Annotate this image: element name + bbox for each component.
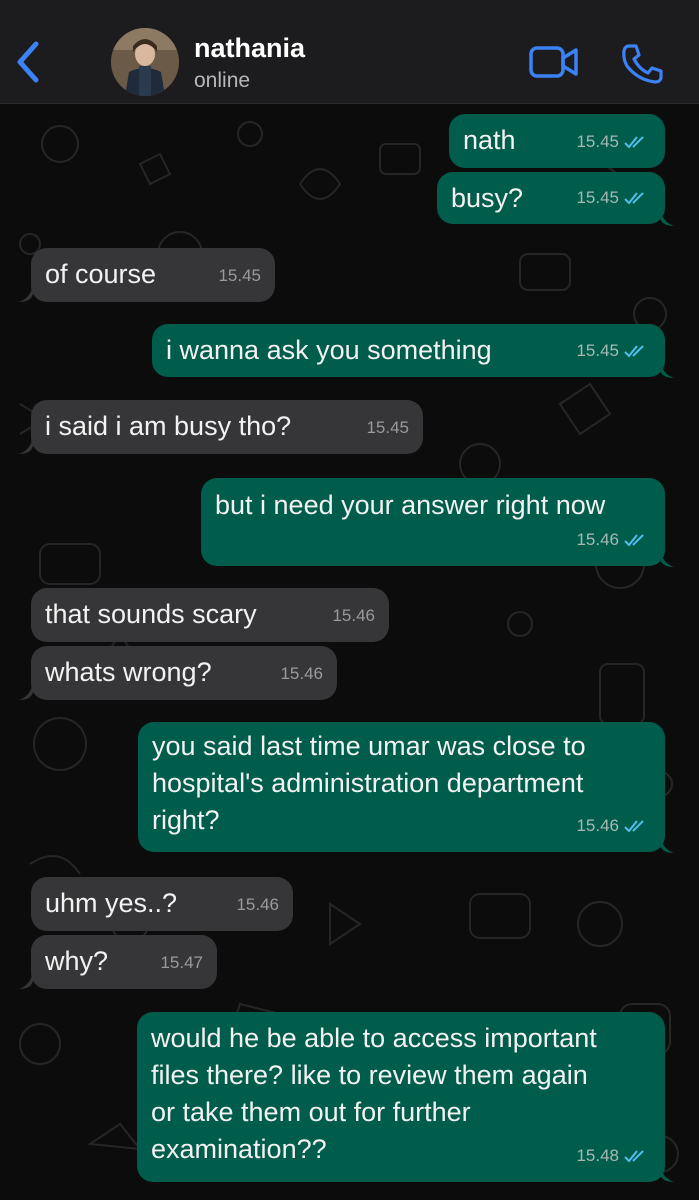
message-meta: 15.46 [280, 655, 323, 692]
outgoing-message[interactable]: nath 15.45 [449, 114, 665, 168]
bubble-tail [660, 835, 674, 853]
avatar[interactable] [111, 28, 179, 96]
message-time: 15.45 [576, 341, 619, 360]
message-time: 15.48 [576, 1146, 619, 1165]
incoming-message[interactable]: that sounds scary 15.46 [31, 588, 389, 642]
message-text: that sounds scary [45, 599, 257, 629]
outgoing-message[interactable]: busy? 15.45 [437, 172, 665, 224]
message-text: but i need your answer right now [215, 490, 606, 520]
double-check-icon [624, 819, 644, 832]
double-check-icon [624, 191, 644, 204]
message-meta: 15.47 [160, 944, 203, 981]
chevron-left-icon [17, 41, 39, 83]
contact-name[interactable]: nathania [194, 33, 305, 64]
message-time: 15.45 [366, 418, 409, 437]
incoming-message[interactable]: i said i am busy tho? 15.45 [31, 400, 423, 454]
video-call-button[interactable] [528, 42, 580, 82]
message-meta: 15.46 [576, 807, 651, 844]
bubble-tail [660, 549, 674, 567]
message-meta: 15.45 [576, 179, 651, 216]
bubble-tail [19, 971, 33, 989]
message-meta: 15.45 [218, 257, 261, 294]
message-time: 15.46 [332, 606, 375, 625]
message-time: 15.45 [576, 132, 619, 151]
outgoing-message[interactable]: would he be able to access important fil… [137, 1012, 665, 1182]
outgoing-message[interactable]: you said last time umar was close to hos… [138, 722, 665, 852]
message-time: 15.46 [576, 530, 619, 549]
phone-icon [622, 44, 663, 84]
bubble-tail [660, 360, 674, 378]
double-check-icon [624, 1149, 644, 1162]
bubble-tail [19, 284, 33, 302]
message-time: 15.45 [576, 188, 619, 207]
message-time: 15.45 [218, 266, 261, 285]
video-camera-icon [529, 46, 578, 78]
message-meta: 15.46 [576, 521, 651, 558]
incoming-message[interactable]: why? 15.47 [31, 935, 217, 989]
bubble-tail [660, 1164, 674, 1182]
chat-header: nathania online [0, 0, 699, 104]
message-meta: 15.48 [576, 1137, 651, 1174]
message-time: 15.46 [280, 664, 323, 683]
message-meta: 15.46 [332, 597, 375, 634]
outgoing-message[interactable]: i wanna ask you something 15.45 [152, 324, 665, 377]
double-check-icon [624, 533, 644, 546]
incoming-message[interactable]: uhm yes..? 15.46 [31, 877, 293, 931]
incoming-message[interactable]: of course 15.45 [31, 248, 275, 302]
message-meta: 15.46 [236, 886, 279, 923]
avatar-photo [111, 28, 179, 96]
message-meta: 15.45 [576, 123, 651, 160]
message-time: 15.46 [236, 895, 279, 914]
double-check-icon [624, 135, 644, 148]
message-time: 15.47 [160, 953, 203, 972]
back-button[interactable] [12, 38, 46, 86]
bubble-tail [19, 436, 33, 454]
voice-call-button[interactable] [620, 42, 664, 84]
bubble-tail [660, 208, 674, 226]
outgoing-message[interactable]: but i need your answer right now 15.46 [201, 478, 665, 566]
message-meta: 15.45 [366, 409, 409, 446]
message-meta: 15.45 [576, 332, 651, 369]
bubble-tail [19, 682, 33, 700]
double-check-icon [624, 344, 644, 357]
incoming-message[interactable]: whats wrong? 15.46 [31, 646, 337, 700]
message-time: 15.46 [576, 816, 619, 835]
contact-status: online [194, 69, 251, 92]
message-list[interactable]: nath 15.45 busy? 15.45 of course 15.45 i… [0, 104, 699, 1200]
message-text: i said i am busy tho? [45, 411, 292, 441]
